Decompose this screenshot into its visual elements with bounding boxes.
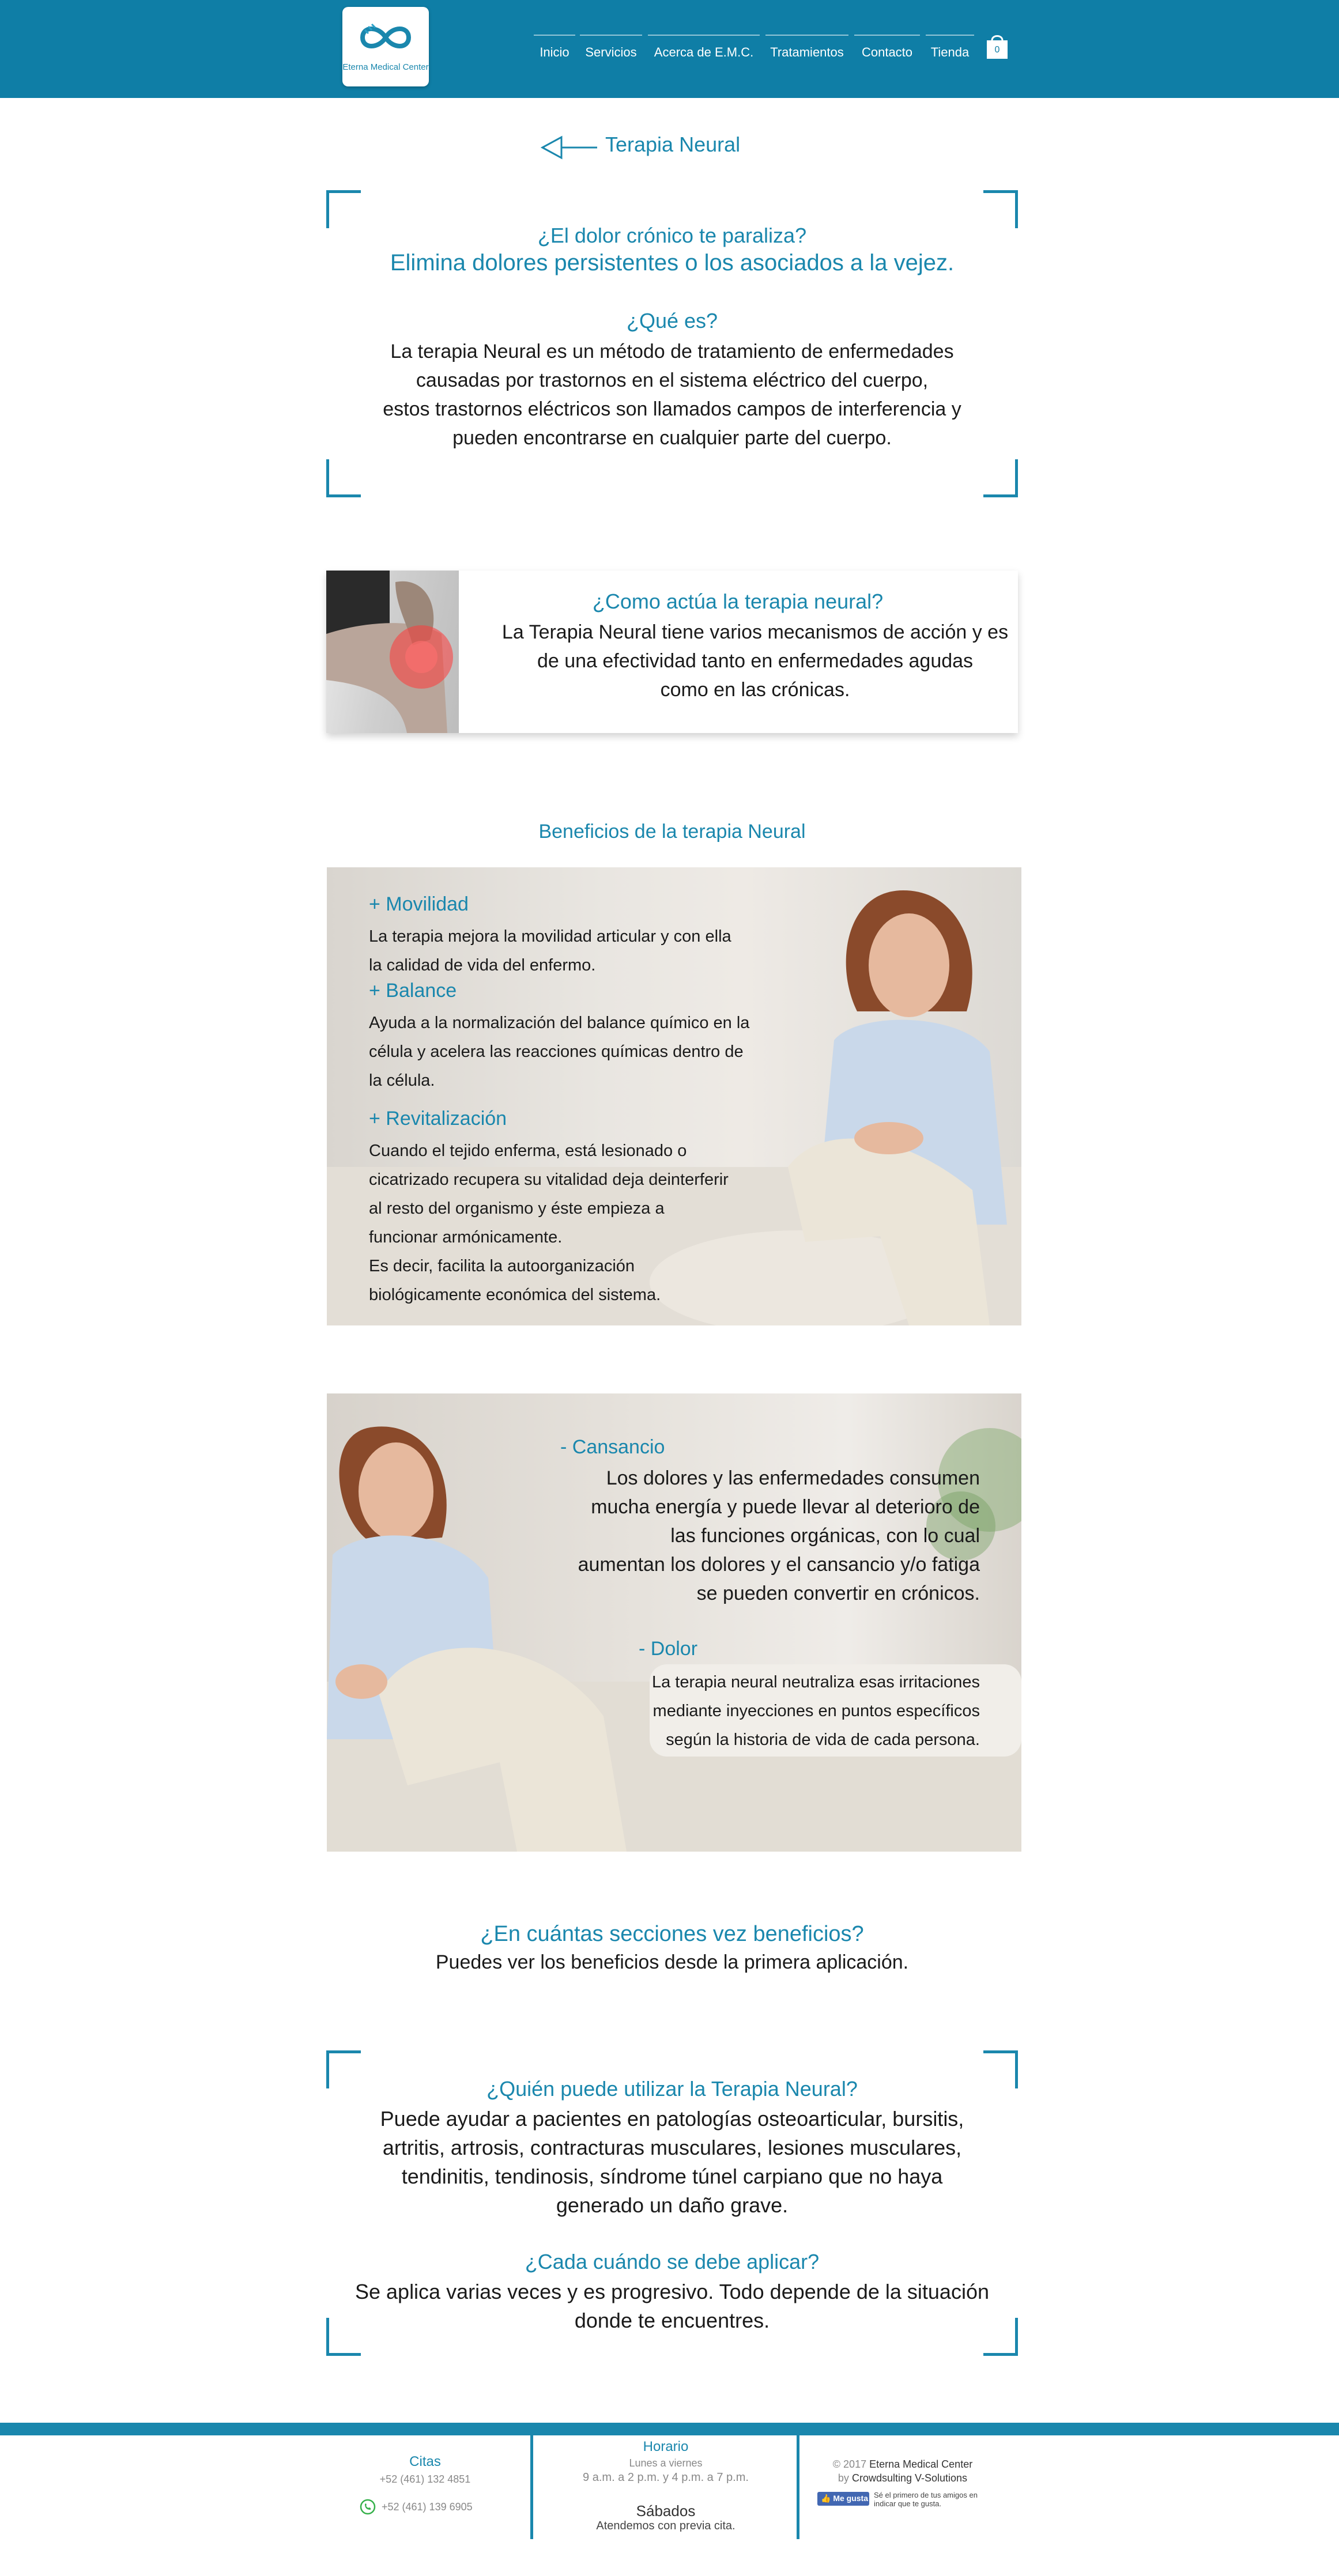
nav-contacto[interactable]: Contacto xyxy=(854,35,920,63)
infinity-logo-icon xyxy=(360,23,412,48)
copyright: © 2017 Eterna Medical Center xyxy=(805,2458,1001,2471)
benefit-line: funcionar armónicamente. xyxy=(369,1228,563,1247)
what-line: pueden encontrarse en cualquier parte de… xyxy=(452,427,892,449)
phone-1[interactable]: +52 (461) 132 4851 xyxy=(346,2473,504,2486)
what-line: causadas por trastornos en el sistema el… xyxy=(416,369,929,391)
benefits-heading: Beneficios de la terapia Neural xyxy=(538,821,806,843)
frequency-line: Se aplica varias veces y es progresivo. … xyxy=(354,2280,989,2303)
saturday-hours: Atendemos con previa cita. xyxy=(596,2520,735,2532)
sessions-text: Puedes ver los beneficios desde la prime… xyxy=(435,1951,909,1973)
woman-relaxing-image xyxy=(327,1426,1021,1852)
benefit-line: biológicamente económica del sistema. xyxy=(369,1286,661,1304)
frequency-title: ¿Cada cuándo se debe aplicar? xyxy=(525,2250,820,2273)
benefit-line: Cuando el tejido enferma, está lesionado… xyxy=(369,1142,687,1160)
benefit-line: Los dolores y las enfermedades consumen xyxy=(606,1467,980,1489)
logo-text: Eterna Medical Center xyxy=(342,62,429,72)
intro-subtitle: Elimina dolores persistentes o los asoci… xyxy=(390,250,955,275)
back-button[interactable] xyxy=(540,135,598,163)
facebook-like-button[interactable]: 👍 Me gusta xyxy=(817,2492,869,2506)
nav-acerca[interactable]: Acerca de E.M.C. xyxy=(648,35,760,63)
knee-pain-image xyxy=(326,571,459,733)
copyright-prefix: © 2017 xyxy=(832,2458,867,2470)
nav-tratamientos[interactable]: Tratamientos xyxy=(765,35,848,63)
benefit-line: aumentan los dolores y el cansancio y/o … xyxy=(578,1554,980,1576)
benefit-line: las funciones orgánicas, con lo cual xyxy=(670,1525,980,1547)
credits-name[interactable]: Crowdsulting V-Solutions xyxy=(852,2472,967,2484)
phone-2[interactable]: +52 (461) 139 6905 xyxy=(382,2501,473,2513)
like-text-line: indicar que te gusta. xyxy=(874,2499,942,2508)
back-arrow-icon xyxy=(540,135,597,160)
benefit-title-movilidad: + Movilidad xyxy=(369,893,469,915)
what-line: La terapia Neural es un método de tratam… xyxy=(390,341,954,362)
benefit-line: La terapia neural neutraliza esas irrita… xyxy=(651,1673,980,1691)
weekdays-label: Lunes a viernes xyxy=(629,2457,703,2469)
citas-title: Citas xyxy=(409,2454,441,2469)
intro-question: ¿El dolor crónico te paraliza? xyxy=(537,224,807,247)
benefit-line: cicatrizado recupera su vitalidad deja d… xyxy=(369,1170,729,1189)
benefit-line: mediante inyecciones en puntos específic… xyxy=(652,1702,980,1720)
how-line: La Terapia Neural tiene varios mecanismo… xyxy=(501,621,1009,643)
who-title: ¿Quién puede utilizar la Terapia Neural? xyxy=(486,2077,858,2101)
how-title: ¿Como actúa la terapia neural? xyxy=(592,590,884,613)
horario-title: Horario xyxy=(643,2439,689,2454)
nav-servicios[interactable]: Servicios xyxy=(580,35,642,63)
credits: by Crowdsulting V-Solutions xyxy=(805,2472,1001,2484)
weekday-hours: 9 a.m. a 2 p.m. y 4 p.m. a 7 p.m. xyxy=(583,2471,749,2484)
whatsapp-icon xyxy=(360,2499,376,2518)
corner-decoration xyxy=(983,190,1018,228)
nav-inicio[interactable]: Inicio xyxy=(534,35,575,63)
benefit-title-balance: + Balance xyxy=(369,980,457,1002)
benefit-line: Es decir, facilita la autoorganización xyxy=(369,1257,635,1275)
cart-button[interactable]: 0 xyxy=(985,32,1009,60)
how-line: como en las crónicas. xyxy=(660,679,850,701)
what-line: estos trastornos eléctricos son llamados… xyxy=(383,398,961,420)
footer-bar xyxy=(0,2423,1339,2435)
site-logo[interactable]: Eterna Medical Center xyxy=(342,7,429,86)
benefits2-photo-panel xyxy=(327,1393,1021,1852)
footer-divider xyxy=(797,2435,799,2539)
benefit-line: se pueden convertir en crónicos. xyxy=(696,1582,980,1604)
benefit-title-revitalizacion: + Revitalización xyxy=(369,1108,507,1130)
footer-divider xyxy=(530,2435,533,2539)
benefit-line: al resto del organismo y éste empieza a xyxy=(369,1199,665,1218)
who-line: generado un daño grave. xyxy=(556,2193,789,2217)
copyright-name: Eterna Medical Center xyxy=(869,2458,973,2470)
benefit-line: mucha energía y puede llevar al deterior… xyxy=(591,1496,980,1518)
saturday-label: Sábados xyxy=(636,2502,696,2520)
who-line: tendinitis, tendinosis, síndrome túnel c… xyxy=(401,2165,943,2188)
how-line: de una efectividad tanto en enfermedades… xyxy=(537,650,974,672)
like-text: Sé el primero de tus amigos en indicar q… xyxy=(874,2491,1018,2508)
benefit-line: según la historia de vida de cada person… xyxy=(666,1731,980,1749)
benefit-title-dolor: - Dolor xyxy=(639,1638,698,1660)
cart-count: 0 xyxy=(994,45,1000,55)
benefit-line: la célula. xyxy=(369,1071,435,1090)
corner-decoration xyxy=(326,459,361,497)
benefit-line: La terapia mejora la movilidad articular… xyxy=(369,927,731,946)
who-line: artritis, artrosis, contracturas muscula… xyxy=(382,2136,962,2159)
nav-tienda[interactable]: Tienda xyxy=(926,35,974,63)
sessions-title: ¿En cuántas secciones vez beneficios? xyxy=(480,1922,864,1946)
benefit-line: la calidad de vida del enfermo. xyxy=(369,956,596,975)
like-label: Me gusta xyxy=(833,2494,869,2503)
frequency-line: donde te encuentres. xyxy=(574,2309,770,2332)
like-text-line: Sé el primero de tus amigos en xyxy=(874,2491,978,2499)
benefit-line: Ayuda a la normalización del balance quí… xyxy=(369,1014,750,1032)
who-line: Puede ayudar a pacientes en patologías o… xyxy=(380,2107,964,2131)
corner-decoration xyxy=(326,190,361,228)
corner-decoration xyxy=(983,459,1018,497)
credits-prefix: by xyxy=(838,2472,849,2484)
benefit-line: célula y acelera las reacciones químicas… xyxy=(369,1043,744,1061)
page-title: Terapia Neural xyxy=(605,133,741,156)
facebook-like-icon: 👍 xyxy=(821,2494,831,2503)
what-title: ¿Qué es? xyxy=(626,309,718,333)
benefit-title-cansancio: - Cansancio xyxy=(560,1436,665,1458)
